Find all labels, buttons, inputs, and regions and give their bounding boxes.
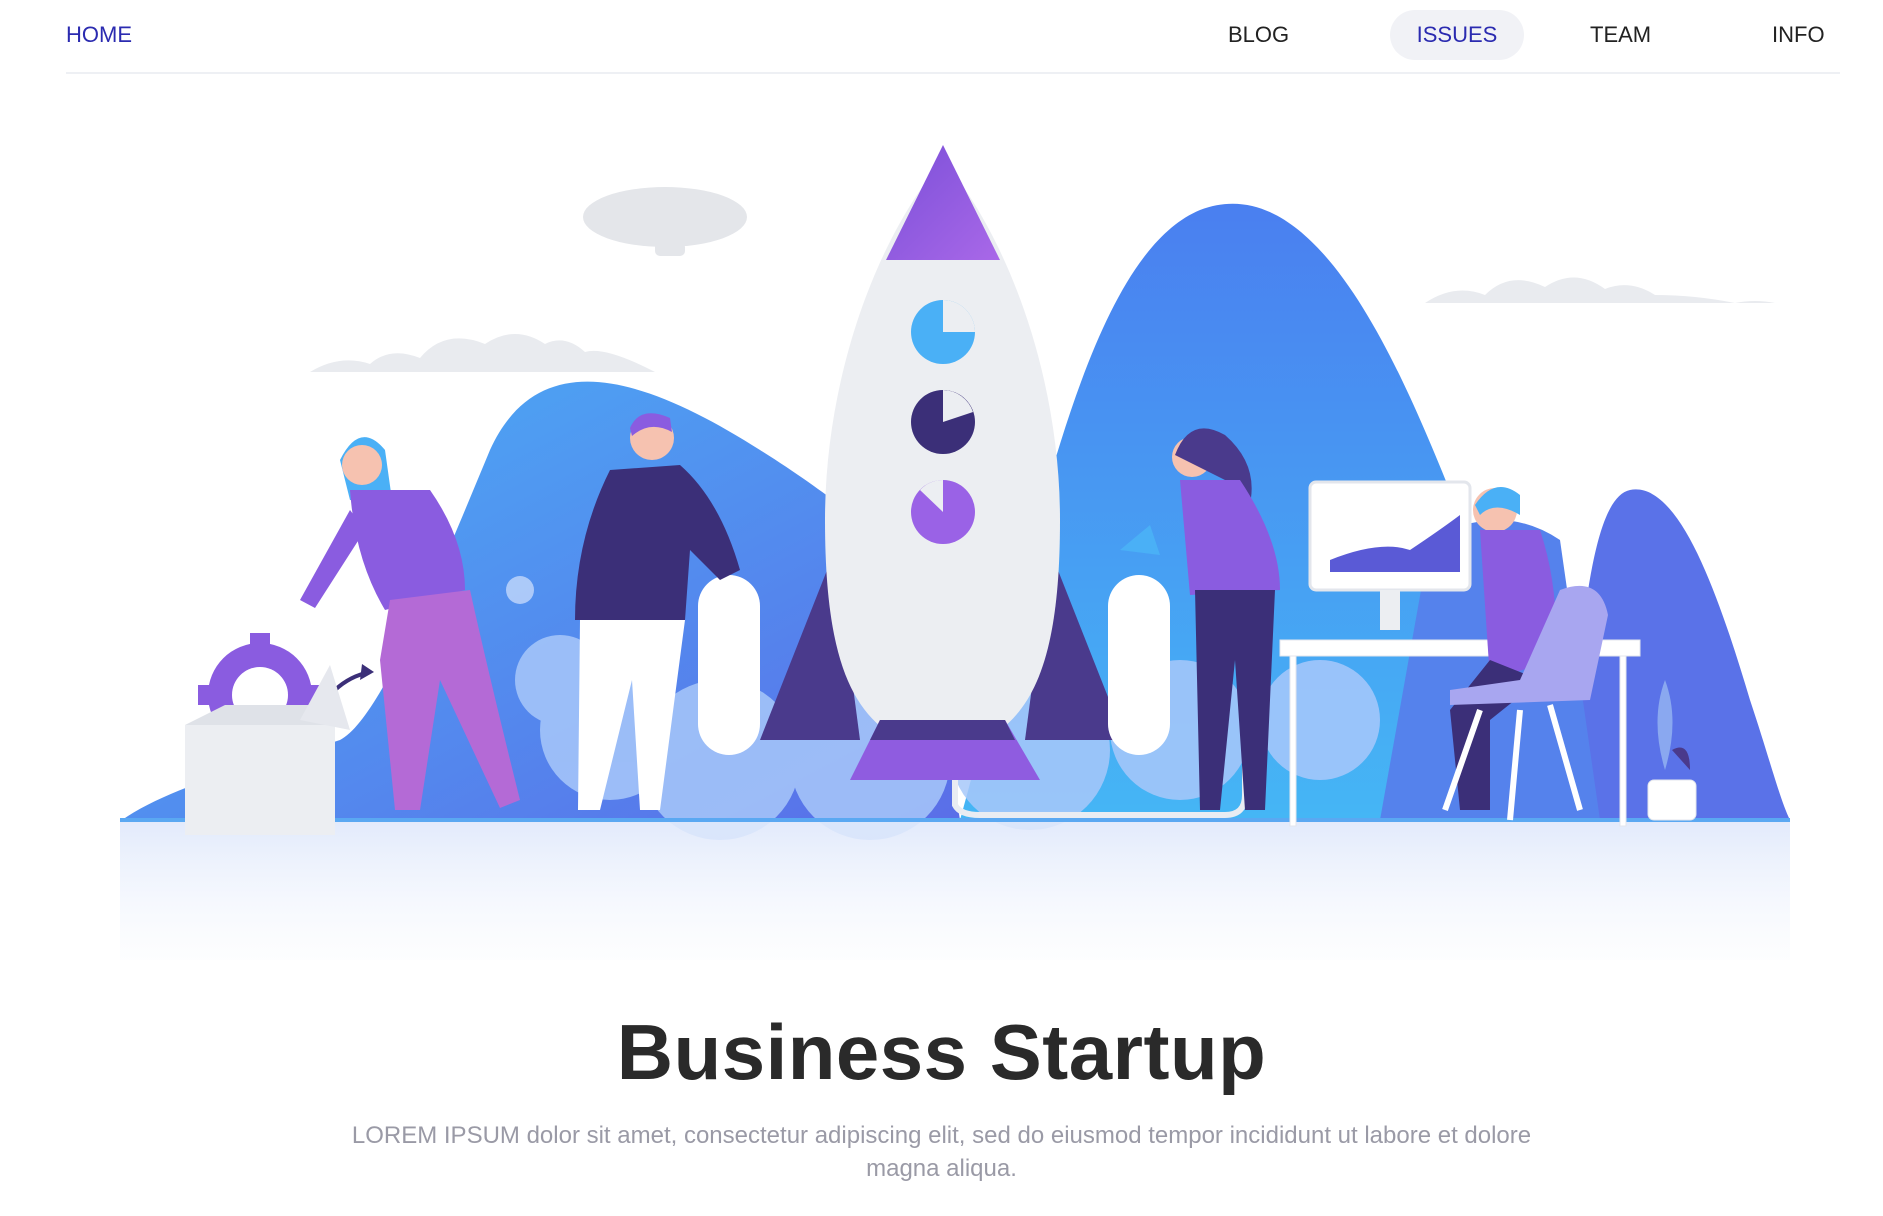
nav-blog-link[interactable]: BLOG	[1228, 10, 1289, 60]
nav-team-link[interactable]: TEAM	[1590, 10, 1651, 60]
page-title: Business Startup	[616, 1008, 1267, 1097]
nav-issues-link[interactable]: ISSUES	[1390, 10, 1524, 60]
blimp-icon	[583, 187, 747, 256]
booster-right	[1108, 575, 1170, 755]
nav-info-link[interactable]: INFO	[1772, 10, 1825, 60]
hero-illustration	[0, 120, 1883, 960]
top-navigation: HOME BLOG ISSUES TEAM INFO	[66, 0, 1840, 74]
page-subtitle: LOREM IPSUM dolor sit amet, consectetur …	[351, 1122, 1532, 1182]
nav-home-link[interactable]: HOME	[66, 10, 132, 60]
cloud-right	[1425, 277, 1775, 303]
floor-reflection	[120, 822, 1790, 960]
booster-left	[698, 575, 760, 755]
cloud-left	[310, 334, 655, 372]
